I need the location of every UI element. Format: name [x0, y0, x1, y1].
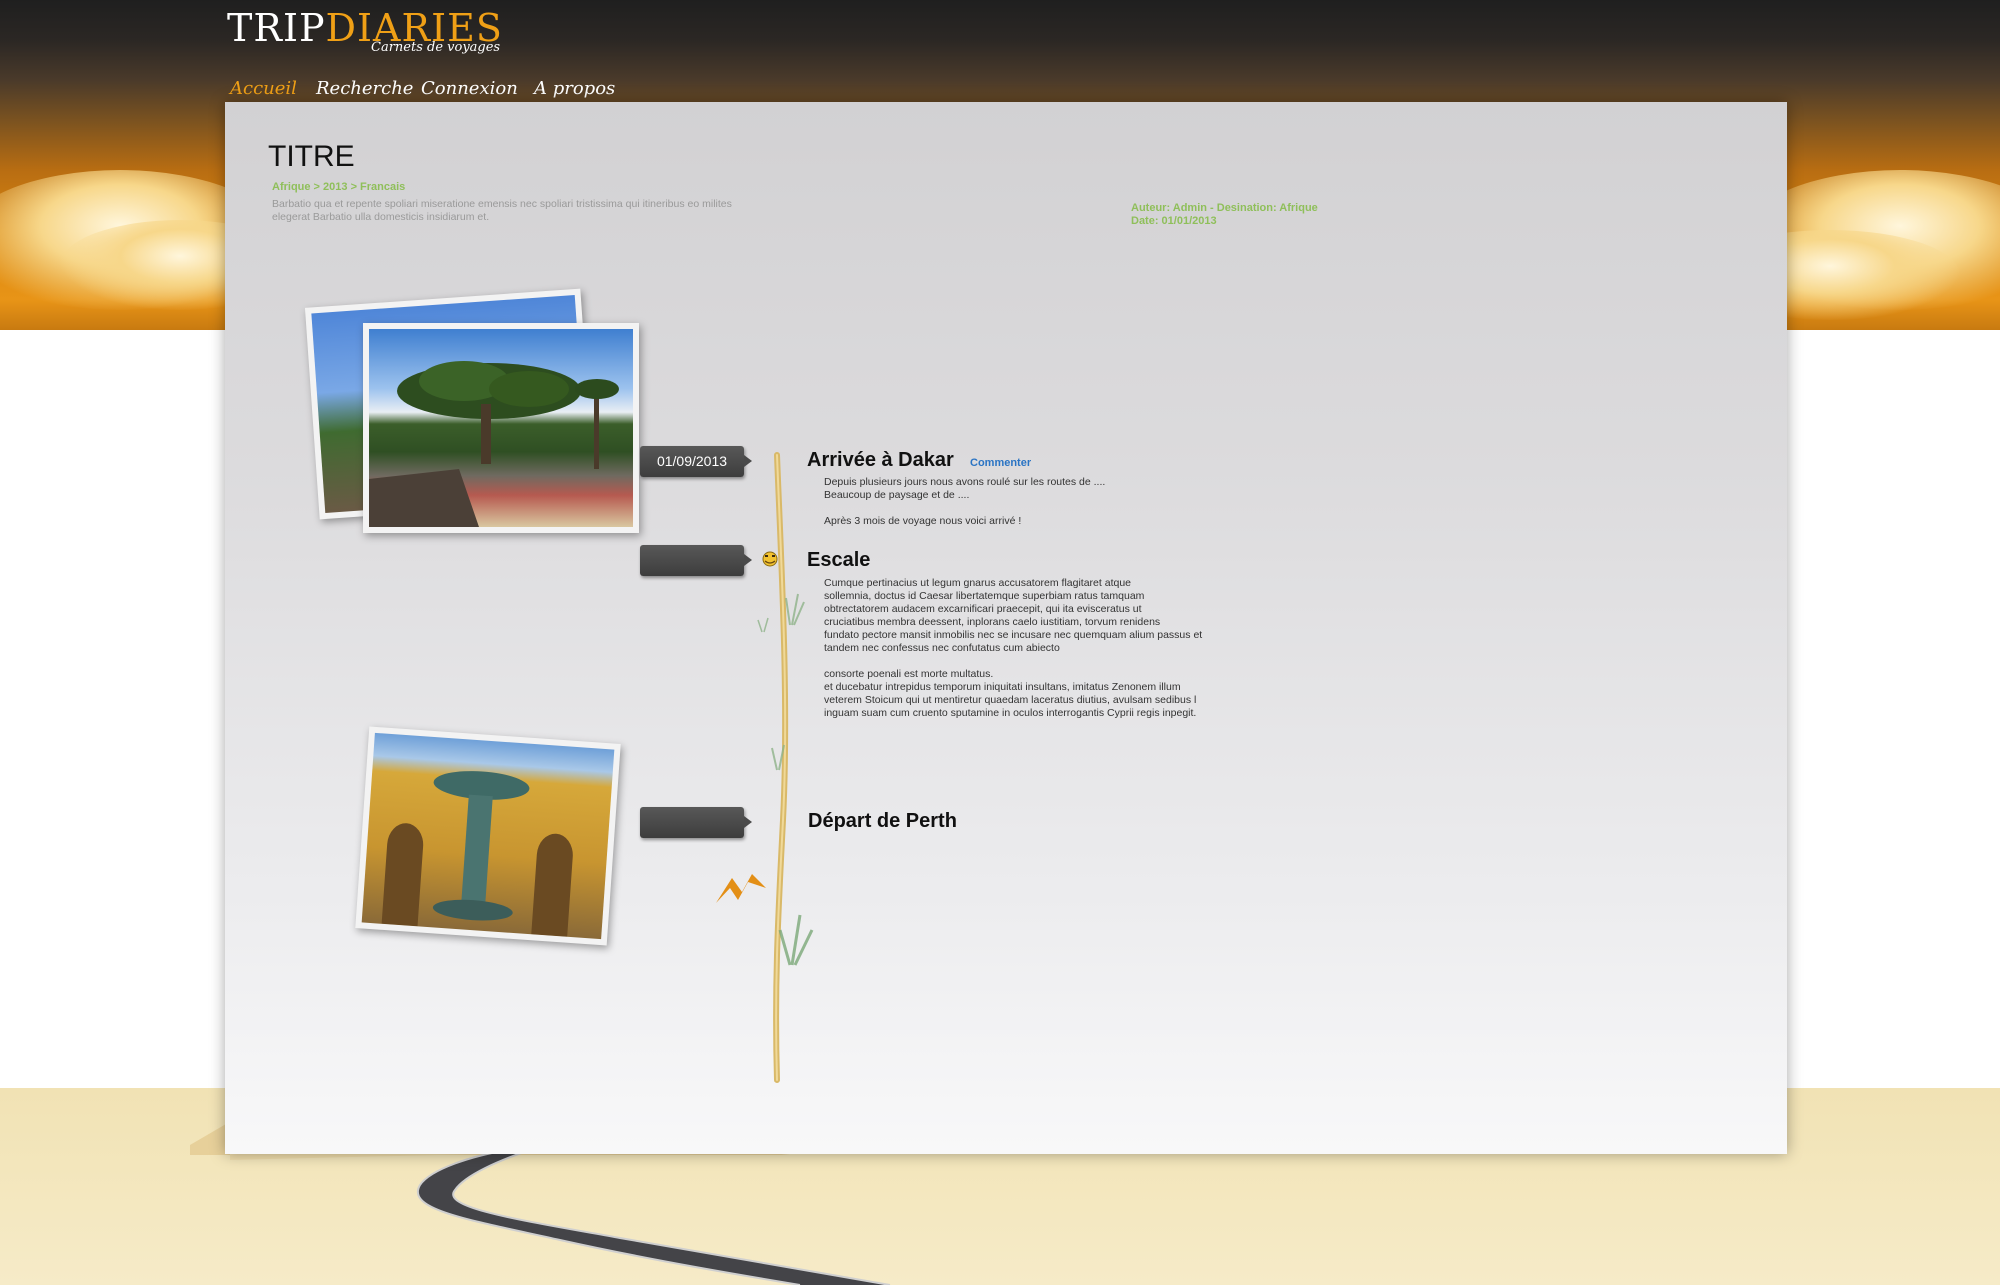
- nav-item-accueil[interactable]: Accueil: [230, 78, 297, 99]
- timeline-entry-text: Depuis plusieurs jours nous avons roulé …: [824, 476, 1106, 527]
- timeline-entry-title[interactable]: Escale: [807, 549, 870, 572]
- comment-link[interactable]: Commenter: [970, 457, 1031, 469]
- nav-item-recherche[interactable]: Recherche: [316, 78, 413, 99]
- trip-meta: Auteur: Admin - Desination: Afrique Date…: [1131, 202, 1318, 228]
- photo-park-image: [369, 329, 633, 527]
- timeline-entry-text: Cumque pertinacius ut legum gnarus accus…: [824, 577, 1203, 719]
- nav-item-a-propos[interactable]: A propos: [534, 78, 615, 99]
- photo-courtyard-image: [361, 732, 615, 940]
- breadcrumb[interactable]: Afrique > 2013 > Francais: [272, 181, 405, 193]
- timeline-date-tag: [640, 807, 752, 838]
- intro-text: Barbatio qua et repente spoliari miserat…: [272, 198, 732, 223]
- photo-park-trees[interactable]: [363, 323, 639, 533]
- page-title: TITRE: [268, 140, 355, 173]
- timeline-entry-title[interactable]: Départ de Perth: [808, 810, 957, 833]
- logo-tagline: Carnets de voyages: [371, 40, 501, 55]
- meta-date: Date: 01/01/2013: [1131, 215, 1217, 227]
- photo-yellow-courtyard[interactable]: [355, 726, 621, 946]
- fountain-illustration: [381, 771, 573, 937]
- nav-item-connexion[interactable]: Connexion: [421, 78, 518, 99]
- timeline-entry-title[interactable]: Arrivée à Dakar: [807, 449, 954, 472]
- meta-author-destination: Auteur: Admin - Desination: Afrique: [1131, 202, 1318, 214]
- tree-illustration: [369, 361, 619, 527]
- logo-trip-text: TRIP: [227, 6, 326, 50]
- timeline-date-tag: [640, 545, 752, 576]
- timeline-date-tag: 01/09/2013: [640, 446, 752, 477]
- site-logo[interactable]: TRIPDIARIES Carnets de voyages: [227, 6, 503, 56]
